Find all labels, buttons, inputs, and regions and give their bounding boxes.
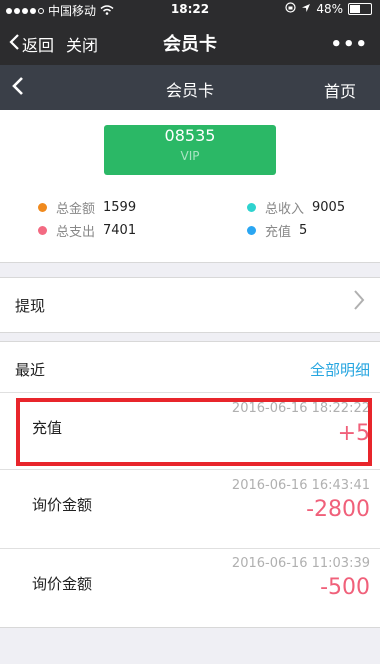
more-button[interactable]: •••	[330, 34, 368, 55]
wechat-nav-bar: 返回 关闭 会员卡 •••	[0, 20, 380, 65]
back-label: 返回	[22, 36, 55, 55]
battery-percent: 48%	[316, 2, 343, 16]
stat-total-expense: 总支出 7401	[38, 221, 136, 240]
transaction-name: 询价金额	[32, 575, 93, 593]
transaction-amount: -2800	[306, 497, 370, 522]
stat-bullet	[38, 203, 47, 212]
back-button[interactable]: 返回	[8, 32, 54, 56]
view-all-link[interactable]: 全部明细	[310, 359, 370, 380]
transaction-amount: +5	[337, 421, 370, 446]
stat-label: 总收入	[265, 202, 305, 217]
stat-value: 7401	[103, 223, 137, 238]
home-link[interactable]: 首页	[324, 78, 356, 102]
stat-label: 总支出	[56, 225, 96, 240]
stat-recharge: 充值 5	[247, 221, 307, 240]
transaction-time: 2016-06-16 18:22:22	[231, 401, 370, 416]
wechat-title: 会员卡	[163, 34, 217, 55]
chevron-left-icon	[8, 33, 20, 55]
orientation-lock-icon	[285, 2, 296, 16]
stat-value: 1599	[103, 200, 137, 215]
member-card-panel: 08535 VIP 总金额 1599 总收入 9005 总支出 7401 充值 …	[0, 110, 380, 263]
chevron-left-icon	[10, 77, 24, 103]
stat-label: 充值	[265, 225, 292, 240]
transaction-name: 询价金额	[32, 496, 93, 514]
card-number: 08535	[164, 126, 216, 145]
stat-total-amount: 总金额 1599	[38, 198, 136, 217]
stat-label: 总金额	[56, 202, 96, 217]
page-back-button[interactable]	[10, 75, 24, 103]
transaction-row[interactable]: 询价金额 2016-06-16 16:43:41 -2800	[0, 470, 380, 548]
stat-total-income: 总收入 9005	[247, 198, 345, 217]
recent-section: 最近 全部明细 充值 2016-06-16 18:22:22 +5 询价金额 2…	[0, 341, 380, 628]
withdraw-label: 提现	[15, 297, 46, 315]
stat-value: 5	[299, 223, 308, 238]
recent-header: 最近 全部明细	[0, 342, 380, 392]
status-bar: 中国移动 18:22 48%	[0, 0, 380, 20]
stat-bullet	[247, 226, 256, 235]
member-card: 08535 VIP	[104, 125, 276, 175]
withdraw-row[interactable]: 提现	[0, 277, 380, 333]
card-level: VIP	[180, 149, 200, 163]
transaction-amount: -500	[320, 575, 370, 600]
transaction-time: 2016-06-16 16:43:41	[231, 478, 370, 493]
status-right: 48%	[285, 2, 372, 16]
stat-value: 9005	[312, 200, 346, 215]
recent-label: 最近	[15, 361, 46, 379]
location-icon	[301, 2, 311, 16]
page-header: 会员卡 首页	[0, 65, 380, 110]
close-button[interactable]: 关闭	[66, 32, 98, 56]
battery-fill	[350, 5, 360, 13]
transaction-time: 2016-06-16 11:03:39	[231, 556, 370, 571]
transaction-row[interactable]: 充值 2016-06-16 18:22:22 +5	[0, 393, 380, 469]
stat-bullet	[247, 203, 256, 212]
stat-bullet	[38, 226, 47, 235]
transaction-name: 充值	[32, 419, 63, 437]
battery-icon	[348, 3, 372, 15]
chevron-right-icon	[352, 288, 366, 318]
transaction-row[interactable]: 询价金额 2016-06-16 11:03:39 -500	[0, 549, 380, 626]
